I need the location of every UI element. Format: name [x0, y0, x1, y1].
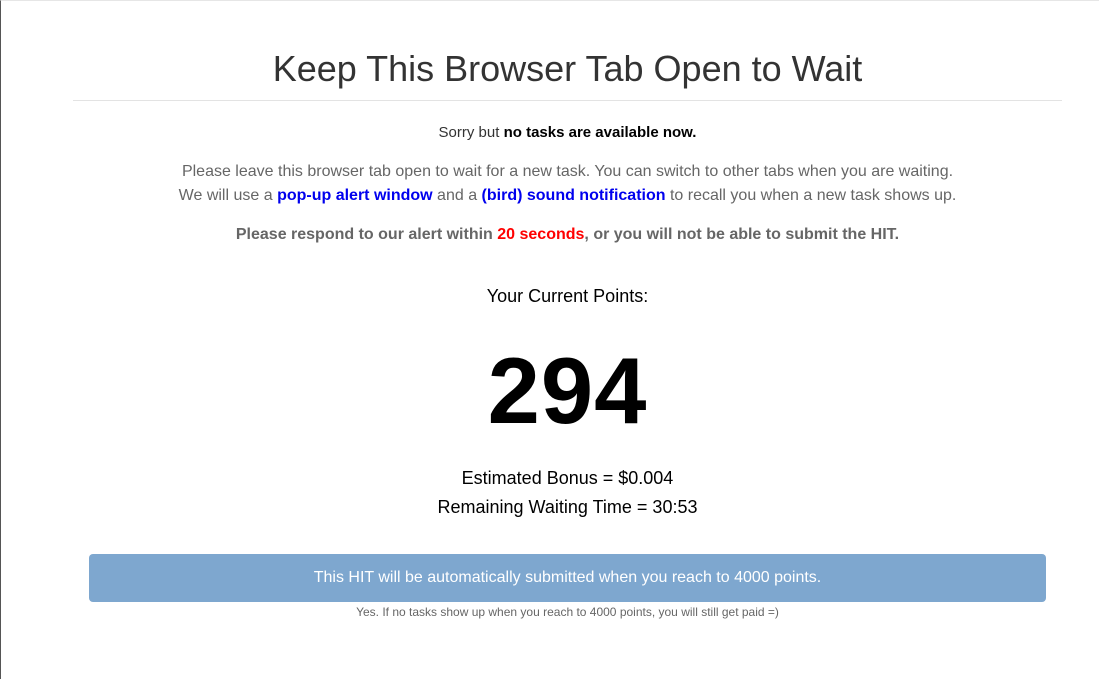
notification-text-c: to recall you when a new task shows up. [665, 187, 957, 204]
remaining-waiting-time: Remaining Waiting Time = 30:53 [437, 497, 698, 517]
notification-text-b: and a [432, 187, 482, 204]
title-divider [73, 100, 1062, 101]
respond-time-limit: 20 seconds [497, 226, 585, 243]
no-tasks-prefix: Sorry but [438, 124, 504, 141]
estimated-bonus: Estimated Bonus = $0.004 [461, 468, 674, 488]
sound-notification-highlight: (bird) sound notification [481, 187, 666, 204]
wait-instructions: Please leave this browser tab open to wa… [181, 163, 954, 180]
respond-text-b: , or you will not be able to submit the … [584, 226, 900, 243]
no-tasks-emphasis: no tasks are available now. [503, 124, 697, 141]
no-tasks-message: Sorry but no tasks are available now. [73, 123, 1062, 143]
payment-footnote: Yes. If no tasks show up when you reach … [356, 605, 779, 619]
respond-warning: Please respond to our alert within 20 se… [73, 224, 1062, 246]
notification-instructions: We will use a pop-up alert window and a … [73, 185, 1062, 207]
respond-text-a: Please respond to our alert within [235, 226, 498, 243]
page-title: Keep This Browser Tab Open to Wait [272, 48, 863, 89]
points-label: Your Current Points: [486, 286, 649, 306]
page-frame: Keep This Browser Tab Open to Wait Sorry… [0, 0, 1099, 679]
points-value: 294 [487, 338, 648, 443]
notification-text-a: We will use a [178, 187, 278, 204]
popup-alert-highlight: pop-up alert window [277, 187, 433, 204]
auto-submit-banner: This HIT will be automatically submitted… [89, 554, 1046, 602]
